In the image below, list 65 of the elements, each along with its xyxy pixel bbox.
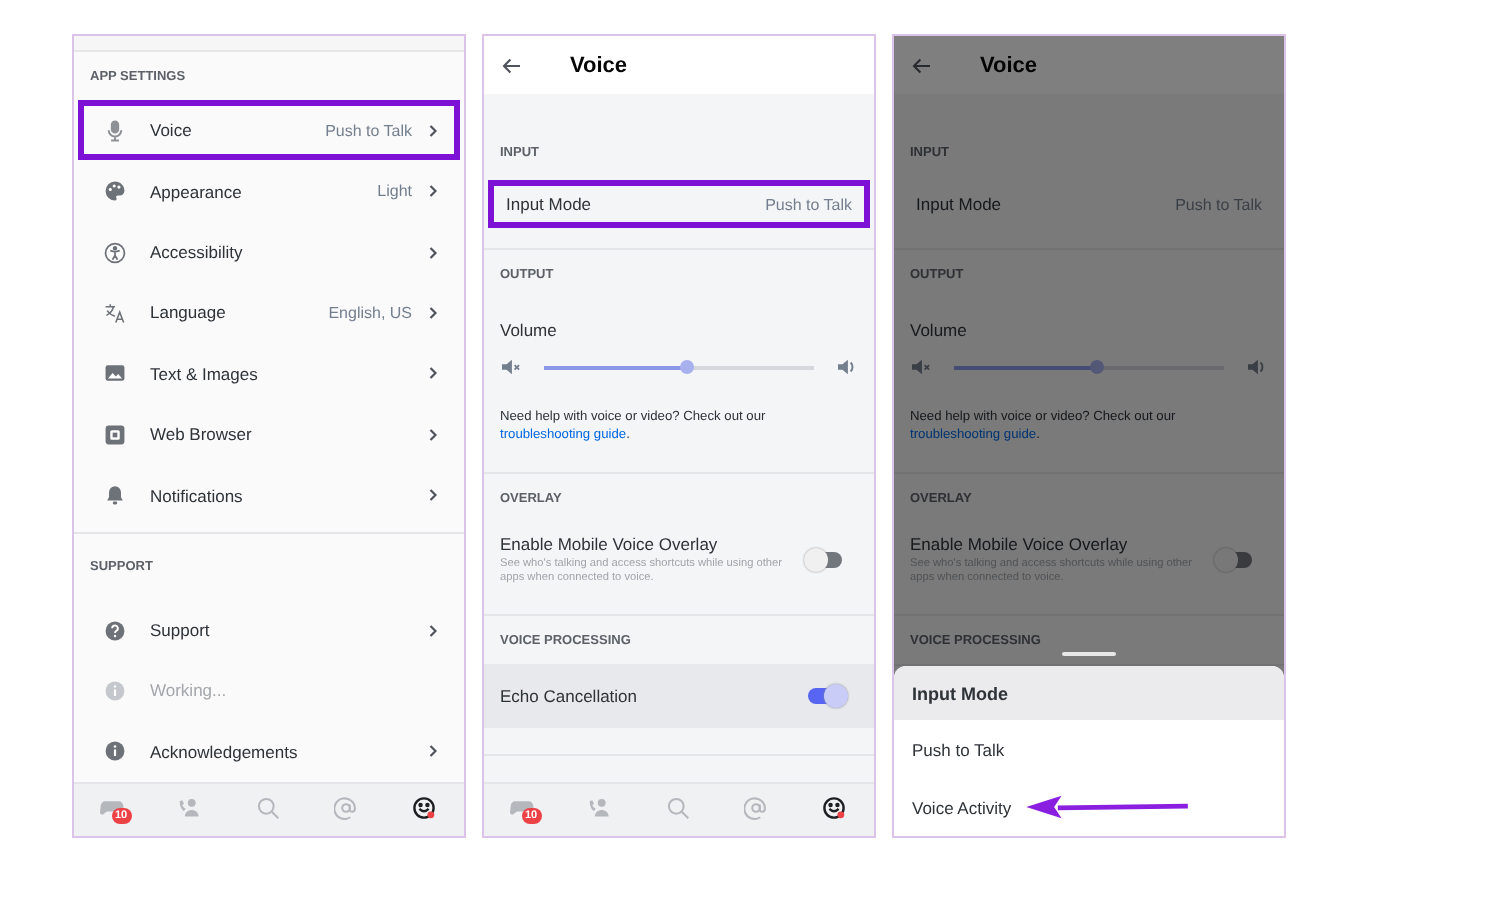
mute-speaker-icon <box>910 358 932 376</box>
search-tab[interactable] <box>665 796 693 824</box>
item-label: Text & Images <box>150 363 260 384</box>
mentions-tab[interactable] <box>333 796 361 824</box>
back-arrow-icon[interactable] <box>502 57 522 73</box>
setting-row[interactable]: Input Mode Push to Talk <box>488 180 870 228</box>
setting-label: Enable Mobile Voice Overlay <box>500 534 720 554</box>
sheet-handle[interactable] <box>1062 652 1116 656</box>
profile-tab[interactable] <box>411 796 439 824</box>
toggle-switch[interactable] <box>808 688 842 704</box>
speaker-icon <box>836 358 858 376</box>
settings-item[interactable]: Notifications <box>78 464 460 526</box>
profile-tab[interactable] <box>821 796 849 824</box>
mentions-tab[interactable] <box>743 796 771 824</box>
item-label: Appearance <box>150 181 244 202</box>
item-label: Acknowledgements <box>150 741 300 762</box>
settings-item[interactable]: Appearance Light <box>78 160 460 222</box>
sheet-option[interactable]: Push to Talk <box>894 720 1005 778</box>
question-icon <box>104 619 126 642</box>
setting-value: Push to Talk <box>765 195 852 213</box>
accessibility-icon <box>104 241 126 264</box>
settings-item[interactable]: Acknowledgements <box>78 721 460 782</box>
setting-value: Push to Talk <box>1175 195 1262 213</box>
settings-item[interactable]: Text & Images <box>78 343 460 405</box>
item-label: Web Browser <box>150 424 254 445</box>
mute-speaker-icon <box>500 358 522 376</box>
screen-title: Voice <box>570 53 628 77</box>
item-value: English, US <box>328 303 412 322</box>
setting-label: Input Mode <box>506 194 592 214</box>
setting-label: Input Mode <box>916 194 1002 214</box>
toggle-switch[interactable] <box>808 552 842 568</box>
image-icon <box>104 362 126 385</box>
setting-row[interactable]: Input Mode Push to Talk <box>898 180 1280 228</box>
settings-item[interactable]: Accessibility <box>78 221 460 283</box>
item-label: Notifications <box>150 485 245 506</box>
info-icon <box>104 740 126 763</box>
setting-label: Enable Mobile Voice Overlay <box>910 534 1130 554</box>
toggle-switch[interactable] <box>1218 552 1252 568</box>
item-label: Support <box>150 620 212 641</box>
back-arrow-icon[interactable] <box>912 57 932 73</box>
setting-label: Echo Cancellation <box>500 686 640 706</box>
info-icon <box>104 679 126 702</box>
sheet-title: Input Mode <box>894 666 1284 720</box>
settings-item[interactable]: Voice Push to Talk <box>78 100 460 161</box>
speaker-icon <box>1246 358 1268 376</box>
item-value: Push to Talk <box>325 121 412 140</box>
browser-icon <box>104 423 126 446</box>
settings-item[interactable]: Support <box>78 599 460 661</box>
mic-icon <box>104 119 126 142</box>
settings-item[interactable]: Web Browser <box>78 404 460 465</box>
language-icon <box>104 301 126 324</box>
settings-item[interactable]: Language English, US <box>78 282 460 344</box>
screen-title: Voice <box>980 53 1038 77</box>
setting-label: Volume <box>910 320 967 340</box>
item-label: Accessibility <box>150 242 245 263</box>
bell-icon <box>104 484 126 507</box>
setting-row[interactable]: Echo Cancellation <box>484 664 874 728</box>
item-label: Working... <box>150 680 229 701</box>
setting-label: Volume <box>500 320 557 340</box>
item-value: Light <box>377 182 412 201</box>
item-label: Language <box>150 302 228 323</box>
sheet-option[interactable]: Voice Activity <box>894 778 1012 836</box>
palette-icon <box>104 180 126 203</box>
search-tab[interactable] <box>255 796 283 824</box>
item-label: Voice <box>150 120 194 141</box>
